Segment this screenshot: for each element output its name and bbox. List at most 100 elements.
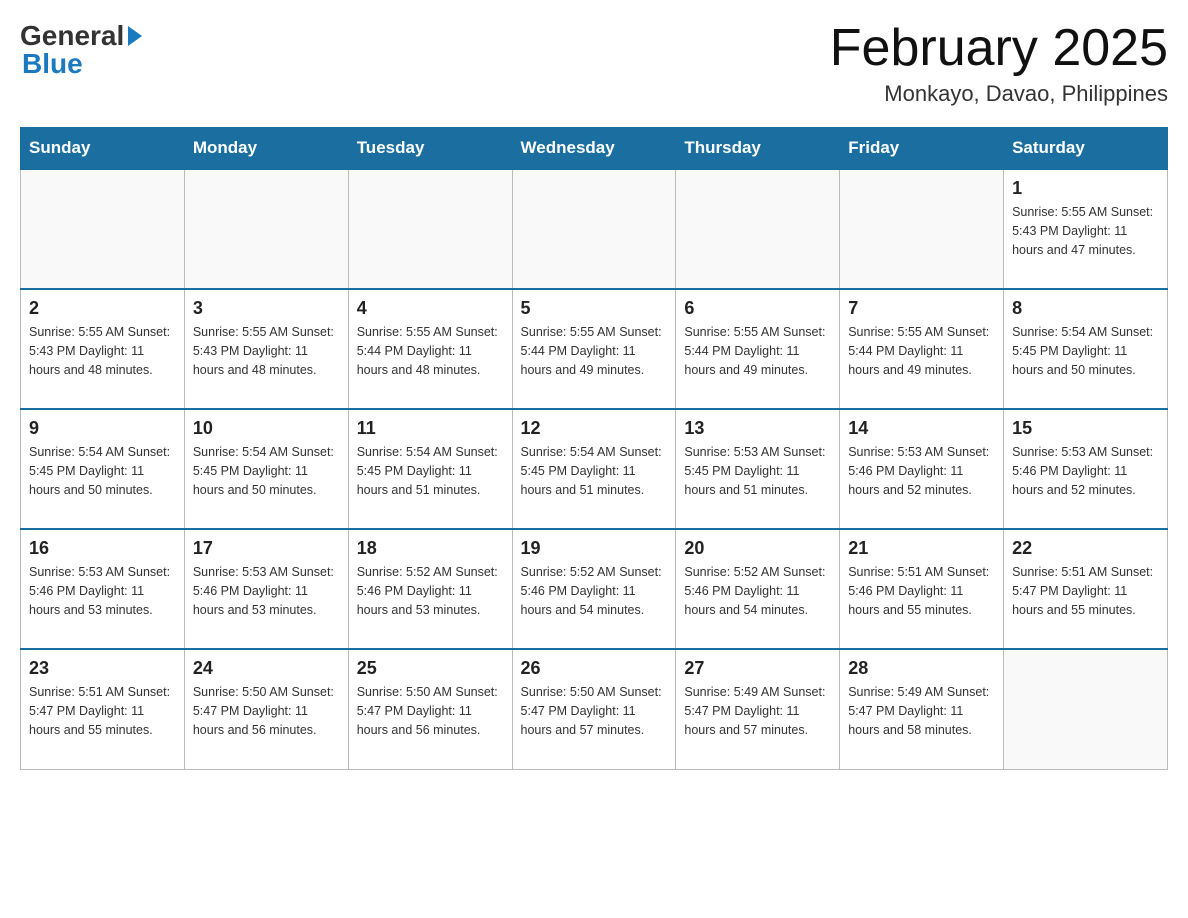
day-info: Sunrise: 5:49 AM Sunset: 5:47 PM Dayligh… <box>684 683 831 739</box>
calendar-cell: 13 Sunrise: 5:53 AM Sunset: 5:45 PM Dayli… <box>676 409 840 529</box>
week-row-4: 16 Sunrise: 5:53 AM Sunset: 5:46 PM Dayli… <box>21 529 1168 649</box>
day-number: 24 <box>193 658 340 679</box>
calendar-cell: 25 Sunrise: 5:50 AM Sunset: 5:47 PM Dayli… <box>348 649 512 769</box>
day-info: Sunrise: 5:53 AM Sunset: 5:46 PM Dayligh… <box>29 563 176 619</box>
day-info: Sunrise: 5:53 AM Sunset: 5:46 PM Dayligh… <box>193 563 340 619</box>
calendar-cell <box>840 169 1004 289</box>
calendar-cell: 27 Sunrise: 5:49 AM Sunset: 5:47 PM Dayli… <box>676 649 840 769</box>
day-number: 14 <box>848 418 995 439</box>
calendar-cell: 3 Sunrise: 5:55 AM Sunset: 5:43 PM Daylig… <box>184 289 348 409</box>
day-info: Sunrise: 5:53 AM Sunset: 5:46 PM Dayligh… <box>848 443 995 499</box>
day-number: 2 <box>29 298 176 319</box>
day-number: 13 <box>684 418 831 439</box>
col-friday: Friday <box>840 128 1004 170</box>
location-title: Monkayo, Davao, Philippines <box>830 81 1168 107</box>
col-saturday: Saturday <box>1004 128 1168 170</box>
day-info: Sunrise: 5:49 AM Sunset: 5:47 PM Dayligh… <box>848 683 995 739</box>
day-info: Sunrise: 5:52 AM Sunset: 5:46 PM Dayligh… <box>357 563 504 619</box>
calendar-cell: 23 Sunrise: 5:51 AM Sunset: 5:47 PM Dayli… <box>21 649 185 769</box>
calendar-cell <box>348 169 512 289</box>
calendar-cell: 10 Sunrise: 5:54 AM Sunset: 5:45 PM Dayli… <box>184 409 348 529</box>
day-number: 5 <box>521 298 668 319</box>
day-info: Sunrise: 5:54 AM Sunset: 5:45 PM Dayligh… <box>1012 323 1159 379</box>
day-info: Sunrise: 5:52 AM Sunset: 5:46 PM Dayligh… <box>521 563 668 619</box>
day-number: 21 <box>848 538 995 559</box>
calendar-cell <box>1004 649 1168 769</box>
page-header: General Blue February 2025 Monkayo, Dava… <box>20 20 1168 107</box>
col-thursday: Thursday <box>676 128 840 170</box>
calendar-cell: 21 Sunrise: 5:51 AM Sunset: 5:46 PM Dayli… <box>840 529 1004 649</box>
day-number: 26 <box>521 658 668 679</box>
day-info: Sunrise: 5:53 AM Sunset: 5:46 PM Dayligh… <box>1012 443 1159 499</box>
day-info: Sunrise: 5:54 AM Sunset: 5:45 PM Dayligh… <box>193 443 340 499</box>
day-info: Sunrise: 5:50 AM Sunset: 5:47 PM Dayligh… <box>357 683 504 739</box>
day-number: 15 <box>1012 418 1159 439</box>
day-number: 11 <box>357 418 504 439</box>
calendar-cell <box>676 169 840 289</box>
col-monday: Monday <box>184 128 348 170</box>
day-number: 25 <box>357 658 504 679</box>
day-number: 8 <box>1012 298 1159 319</box>
week-row-3: 9 Sunrise: 5:54 AM Sunset: 5:45 PM Daylig… <box>21 409 1168 529</box>
day-info: Sunrise: 5:55 AM Sunset: 5:43 PM Dayligh… <box>1012 203 1159 259</box>
day-info: Sunrise: 5:54 AM Sunset: 5:45 PM Dayligh… <box>29 443 176 499</box>
day-info: Sunrise: 5:54 AM Sunset: 5:45 PM Dayligh… <box>357 443 504 499</box>
day-number: 27 <box>684 658 831 679</box>
day-number: 3 <box>193 298 340 319</box>
title-block: February 2025 Monkayo, Davao, Philippine… <box>830 20 1168 107</box>
day-number: 17 <box>193 538 340 559</box>
month-title: February 2025 <box>830 20 1168 77</box>
calendar-cell: 11 Sunrise: 5:54 AM Sunset: 5:45 PM Dayli… <box>348 409 512 529</box>
day-info: Sunrise: 5:55 AM Sunset: 5:44 PM Dayligh… <box>521 323 668 379</box>
day-number: 10 <box>193 418 340 439</box>
day-info: Sunrise: 5:51 AM Sunset: 5:47 PM Dayligh… <box>29 683 176 739</box>
calendar-cell: 20Sunrise: 5:52 AM Sunset: 5:46 PM Dayli… <box>676 529 840 649</box>
day-number: 16 <box>29 538 176 559</box>
day-number: 22 <box>1012 538 1159 559</box>
calendar-cell: 2Sunrise: 5:55 AM Sunset: 5:43 PM Daylig… <box>21 289 185 409</box>
day-info: Sunrise: 5:50 AM Sunset: 5:47 PM Dayligh… <box>521 683 668 739</box>
calendar-cell <box>512 169 676 289</box>
logo-blue-label: Blue <box>22 48 83 80</box>
calendar-cell: 22 Sunrise: 5:51 AM Sunset: 5:47 PM Dayli… <box>1004 529 1168 649</box>
day-number: 7 <box>848 298 995 319</box>
calendar-cell: 24 Sunrise: 5:50 AM Sunset: 5:47 PM Dayli… <box>184 649 348 769</box>
col-sunday: Sunday <box>21 128 185 170</box>
calendar-cell: 18 Sunrise: 5:52 AM Sunset: 5:46 PM Dayli… <box>348 529 512 649</box>
day-number: 1 <box>1012 178 1159 199</box>
calendar-cell <box>184 169 348 289</box>
day-info: Sunrise: 5:50 AM Sunset: 5:47 PM Dayligh… <box>193 683 340 739</box>
col-tuesday: Tuesday <box>348 128 512 170</box>
day-info: Sunrise: 5:51 AM Sunset: 5:47 PM Dayligh… <box>1012 563 1159 619</box>
day-number: 18 <box>357 538 504 559</box>
day-number: 12 <box>521 418 668 439</box>
calendar-table: Sunday Monday Tuesday Wednesday Thursday… <box>20 127 1168 770</box>
calendar-cell: 4Sunrise: 5:55 AM Sunset: 5:44 PM Daylig… <box>348 289 512 409</box>
calendar-cell: 7Sunrise: 5:55 AM Sunset: 5:44 PM Daylig… <box>840 289 1004 409</box>
week-row-1: 1 Sunrise: 5:55 AM Sunset: 5:43 PM Daylig… <box>21 169 1168 289</box>
calendar-cell: 19 Sunrise: 5:52 AM Sunset: 5:46 PM Dayli… <box>512 529 676 649</box>
day-number: 19 <box>521 538 668 559</box>
calendar-cell: 17 Sunrise: 5:53 AM Sunset: 5:46 PM Dayli… <box>184 529 348 649</box>
day-number: 23 <box>29 658 176 679</box>
calendar-cell: 9 Sunrise: 5:54 AM Sunset: 5:45 PM Daylig… <box>21 409 185 529</box>
logo-arrow-icon <box>128 26 142 46</box>
day-number: 4 <box>357 298 504 319</box>
day-info: Sunrise: 5:55 AM Sunset: 5:44 PM Dayligh… <box>684 323 831 379</box>
logo: General Blue <box>20 20 142 80</box>
calendar-cell: 1 Sunrise: 5:55 AM Sunset: 5:43 PM Daylig… <box>1004 169 1168 289</box>
day-info: Sunrise: 5:55 AM Sunset: 5:43 PM Dayligh… <box>193 323 340 379</box>
col-wednesday: Wednesday <box>512 128 676 170</box>
day-info: Sunrise: 5:51 AM Sunset: 5:46 PM Dayligh… <box>848 563 995 619</box>
calendar-cell: 12 Sunrise: 5:54 AM Sunset: 5:45 PM Dayli… <box>512 409 676 529</box>
calendar-cell: 8 Sunrise: 5:54 AM Sunset: 5:45 PM Daylig… <box>1004 289 1168 409</box>
calendar-cell: 26 Sunrise: 5:50 AM Sunset: 5:47 PM Dayli… <box>512 649 676 769</box>
day-info: Sunrise: 5:53 AM Sunset: 5:45 PM Dayligh… <box>684 443 831 499</box>
day-number: 9 <box>29 418 176 439</box>
calendar-cell: 6Sunrise: 5:55 AM Sunset: 5:44 PM Daylig… <box>676 289 840 409</box>
day-info: Sunrise: 5:52 AM Sunset: 5:46 PM Dayligh… <box>684 563 831 619</box>
day-info: Sunrise: 5:54 AM Sunset: 5:45 PM Dayligh… <box>521 443 668 499</box>
calendar-header-row: Sunday Monday Tuesday Wednesday Thursday… <box>21 128 1168 170</box>
calendar-cell: 16 Sunrise: 5:53 AM Sunset: 5:46 PM Dayli… <box>21 529 185 649</box>
week-row-2: 2 Sunrise: 5:55 AM Sunset: 5:43 PM Daylig… <box>21 289 1168 409</box>
